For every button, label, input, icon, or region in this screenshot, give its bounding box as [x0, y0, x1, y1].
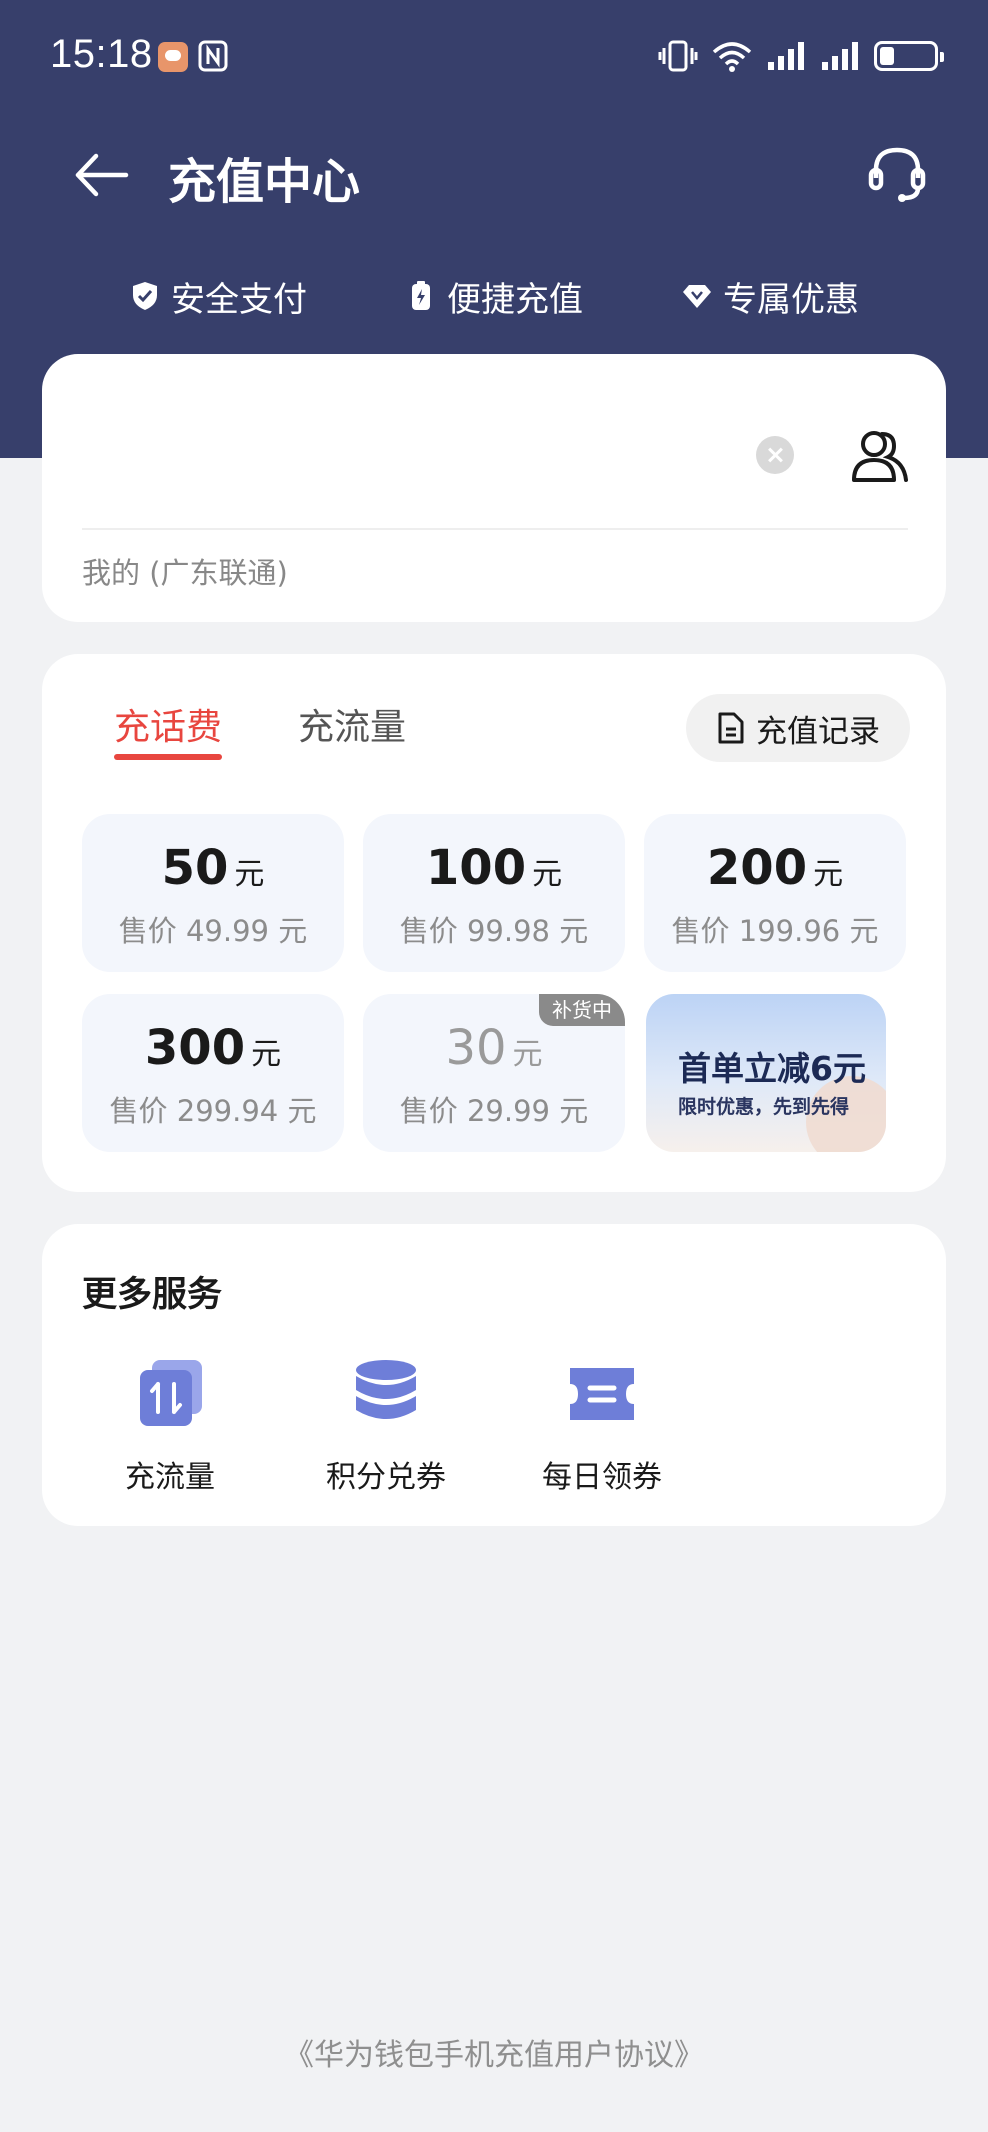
tab-phone-bill[interactable]: 充话费	[114, 698, 222, 750]
shield-icon	[133, 282, 157, 310]
amount-value: 300	[144, 1020, 246, 1076]
amount-unit: 元	[251, 1037, 282, 1072]
divider	[82, 528, 908, 530]
status-bar: 15:18	[0, 0, 988, 112]
amount-option-50[interactable]: 50 元 售价 49.99 元	[82, 814, 344, 972]
amount-option-200[interactable]: 200 元 售价 199.96 元	[644, 814, 906, 972]
service-daily-coupon[interactable]: 每日领券	[502, 1354, 702, 1496]
amount-value: 30	[445, 1020, 507, 1076]
history-label: 充值记录	[756, 713, 880, 750]
amount-value-line: 100 元	[363, 840, 625, 896]
recharge-card: 充话费 充流量 充值记录 50 元 售价 49.99 元 100 元 售价 99.9…	[42, 654, 946, 1192]
amount-value-line: 30 元	[363, 1020, 625, 1076]
feature-safe-payment: 安全支付	[80, 268, 356, 324]
amount-unit: 元	[813, 857, 844, 892]
amount-option-300[interactable]: 300 元 售价 299.94 元	[82, 994, 344, 1152]
status-time: 15:18	[50, 32, 153, 76]
amount-unit: 元	[512, 1037, 543, 1072]
tab-active-indicator	[114, 754, 222, 760]
feature-label: 便捷充值	[447, 279, 583, 320]
feature-quick-recharge: 便捷充值	[356, 268, 632, 324]
service-data-recharge[interactable]: 充流量	[70, 1354, 270, 1496]
phone-number-card: 我的 (广东联通)	[42, 354, 946, 622]
amount-option-100[interactable]: 100 元 售价 99.98 元	[363, 814, 625, 972]
nfc-icon	[198, 40, 228, 72]
service-label: 每日领券	[542, 1460, 662, 1495]
data-transfer-icon	[140, 1360, 202, 1426]
promo-title: 首单立减6元	[678, 1049, 866, 1088]
feature-label: 安全支付	[171, 279, 307, 320]
first-order-promo-banner[interactable]: 首单立减6元 限时优惠，先到先得	[646, 994, 886, 1152]
amount-value: 100	[425, 840, 527, 896]
ticket-icon	[570, 1368, 634, 1420]
battery-icon	[874, 41, 944, 71]
message-notification-icon	[158, 42, 188, 72]
recharge-history-button[interactable]: 充值记录	[686, 694, 910, 762]
wifi-icon	[712, 42, 752, 72]
amount-price: 售价 29.99 元	[399, 1094, 589, 1128]
amount-price: 售价 199.96 元	[671, 914, 879, 948]
feature-exclusive-offer: 专属优惠	[632, 268, 908, 324]
tab-data-flow[interactable]: 充流量	[298, 698, 406, 750]
diamond-icon	[683, 285, 711, 308]
amount-unit: 元	[532, 857, 563, 892]
services-title: 更多服务	[82, 1275, 223, 1315]
signal-icon	[768, 42, 804, 70]
more-services-card: 更多服务 充流量 积分兑券 每日领券	[42, 1224, 946, 1526]
contacts-icon[interactable]	[848, 424, 912, 488]
status-indicators	[658, 36, 944, 76]
amount-price: 售价 99.98 元	[399, 914, 589, 948]
service-label: 积分兑券	[326, 1460, 446, 1495]
document-icon	[718, 712, 744, 744]
feature-list: 安全支付 便捷充值 专属优惠	[0, 268, 988, 324]
amount-value-line: 300 元	[82, 1020, 344, 1076]
service-points-exchange[interactable]: 积分兑券	[286, 1354, 486, 1496]
back-arrow-icon[interactable]	[66, 140, 136, 210]
amount-price: 售价 49.99 元	[118, 914, 308, 948]
amount-value: 200	[706, 840, 808, 896]
vibrate-icon	[658, 40, 698, 72]
clear-icon[interactable]	[756, 436, 794, 474]
service-label: 充流量	[125, 1460, 215, 1495]
amount-value-line: 200 元	[644, 840, 906, 896]
customer-service-icon[interactable]	[862, 138, 932, 208]
promo-subtitle: 限时优惠，先到先得	[678, 1096, 850, 1118]
amount-price: 售价 299.94 元	[109, 1094, 317, 1128]
battery-bolt-icon	[412, 281, 430, 310]
amount-option-30[interactable]: 补货中 30 元 售价 29.99 元	[363, 994, 625, 1152]
phone-number-input[interactable]	[82, 414, 682, 474]
user-agreement-link[interactable]: 《华为钱包手机充值用户协议》	[0, 2030, 988, 2074]
amount-value-line: 50 元	[82, 840, 344, 896]
feature-label: 专属优惠	[723, 279, 859, 320]
page-title: 充值中心	[168, 154, 361, 210]
signal-icon-2	[822, 42, 858, 70]
amount-unit: 元	[234, 857, 265, 892]
coins-stack-icon	[356, 1360, 416, 1419]
amount-value: 50	[161, 840, 229, 896]
carrier-label: 我的 (广东联通)	[82, 556, 288, 590]
